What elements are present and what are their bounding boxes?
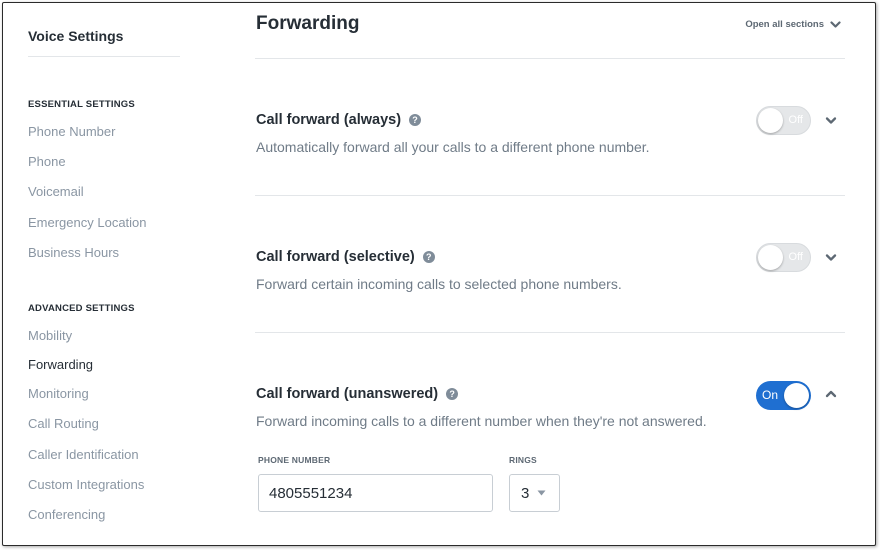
section-divider	[255, 332, 845, 333]
sidebar-item-mobility[interactable]: Mobility	[28, 328, 72, 343]
chevron-up-icon[interactable]	[825, 389, 837, 399]
page-title: Forwarding	[256, 13, 360, 34]
sidebar-title: Voice Settings	[28, 28, 124, 44]
sidebar-section-essential: ESSENTIAL SETTINGS	[28, 99, 135, 110]
sidebar-item-forwarding[interactable]: Forwarding	[28, 357, 93, 372]
sidebar-item-conferencing[interactable]: Conferencing	[28, 507, 105, 522]
sidebar-section-advanced: ADVANCED SETTINGS	[28, 303, 135, 314]
sidebar: Voice Settings ESSENTIAL SETTINGS Phone …	[3, 3, 203, 545]
section-title-label: Call forward (always)	[256, 112, 402, 128]
open-all-sections-button[interactable]: Open all sections	[745, 19, 841, 30]
rings-label: RINGS	[509, 455, 537, 465]
app-window: Voice Settings ESSENTIAL SETTINGS Phone …	[2, 2, 876, 546]
section-title-call-forward-always: Call forward (always) ?	[256, 112, 422, 128]
sidebar-item-phone[interactable]: Phone	[28, 154, 66, 169]
rings-value: 3	[521, 484, 530, 502]
sidebar-item-monitoring[interactable]: Monitoring	[28, 386, 89, 401]
sidebar-item-phone-number[interactable]: Phone Number	[28, 124, 115, 139]
sidebar-item-business-hours[interactable]: Business Hours	[28, 245, 119, 260]
section-title-call-forward-selective: Call forward (selective) ?	[256, 249, 435, 265]
chevron-down-icon	[830, 20, 841, 28]
section-description: Automatically forward all your calls to …	[256, 139, 650, 155]
toggle-label: Off	[788, 114, 803, 126]
question-circle-icon[interactable]: ?	[446, 388, 459, 400]
chevron-down-icon[interactable]	[825, 116, 837, 126]
section-title-call-forward-unanswered: Call forward (unanswered) ?	[256, 386, 459, 402]
toggle-label: Off	[788, 251, 803, 263]
sidebar-item-caller-identification[interactable]: Caller Identification	[28, 447, 139, 462]
phone-number-label: PHONE NUMBER	[258, 455, 331, 465]
rings-select[interactable]: 3	[509, 474, 560, 512]
section-description: Forward incoming calls to a different nu…	[256, 413, 707, 429]
chevron-down-icon[interactable]	[825, 253, 837, 263]
section-title-label: Call forward (unanswered)	[256, 386, 439, 402]
call-forward-always-toggle[interactable]: Off	[756, 106, 811, 135]
toggle-knob	[758, 108, 783, 133]
main-content: Forwarding Open all sections Call forwar…	[255, 3, 849, 545]
sidebar-item-call-routing[interactable]: Call Routing	[28, 416, 99, 431]
section-description: Forward certain incoming calls to select…	[256, 276, 622, 292]
toggle-knob	[758, 245, 783, 270]
caret-down-icon	[537, 490, 546, 496]
sidebar-item-voicemail[interactable]: Voicemail	[28, 184, 84, 199]
phone-number-input[interactable]	[258, 474, 493, 512]
call-forward-unanswered-toggle[interactable]: On	[756, 381, 811, 410]
header-divider	[255, 58, 845, 59]
toggle-knob	[784, 383, 809, 408]
call-forward-selective-toggle[interactable]: Off	[756, 243, 811, 272]
section-title-label: Call forward (selective)	[256, 249, 415, 265]
sidebar-item-emergency-location[interactable]: Emergency Location	[28, 215, 147, 230]
question-circle-icon[interactable]: ?	[409, 114, 422, 126]
question-circle-icon[interactable]: ?	[422, 251, 435, 263]
section-divider	[255, 195, 845, 196]
sidebar-item-custom-integrations[interactable]: Custom Integrations	[28, 477, 144, 492]
toggle-label: On	[762, 388, 779, 402]
sidebar-divider	[28, 56, 180, 57]
open-all-sections-label: Open all sections	[745, 19, 824, 30]
